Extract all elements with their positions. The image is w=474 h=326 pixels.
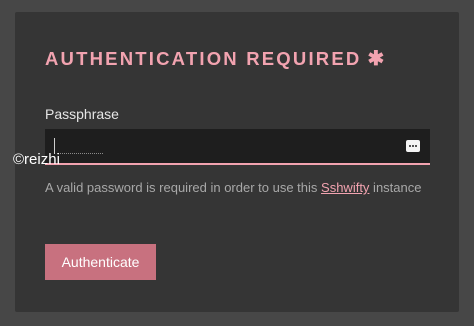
dialog-title: AUTHENTICATION REQUIRED bbox=[45, 48, 362, 69]
password-dots-icon[interactable] bbox=[406, 140, 420, 152]
page: AUTHENTICATION REQUIRED ✱ Passphrase A v… bbox=[0, 0, 474, 326]
sshwifty-link[interactable]: Sshwifty bbox=[321, 180, 369, 195]
dialog-header: AUTHENTICATION REQUIRED ✱ bbox=[45, 48, 384, 70]
auth-dialog: AUTHENTICATION REQUIRED ✱ Passphrase A v… bbox=[15, 12, 459, 312]
passphrase-field[interactable] bbox=[45, 129, 430, 165]
input-focus-underline bbox=[57, 153, 103, 154]
authenticate-button[interactable]: Authenticate bbox=[45, 244, 156, 280]
helper-text: A valid password is required in order to… bbox=[45, 178, 440, 198]
passphrase-input[interactable] bbox=[45, 129, 430, 163]
asterisk-icon: ✱ bbox=[367, 48, 385, 70]
passphrase-label: Passphrase bbox=[45, 106, 119, 122]
watermark: ©reizhi bbox=[13, 151, 60, 168]
helper-text-prefix: A valid password is required in order to… bbox=[45, 180, 322, 195]
helper-text-suffix: instance bbox=[369, 180, 422, 195]
